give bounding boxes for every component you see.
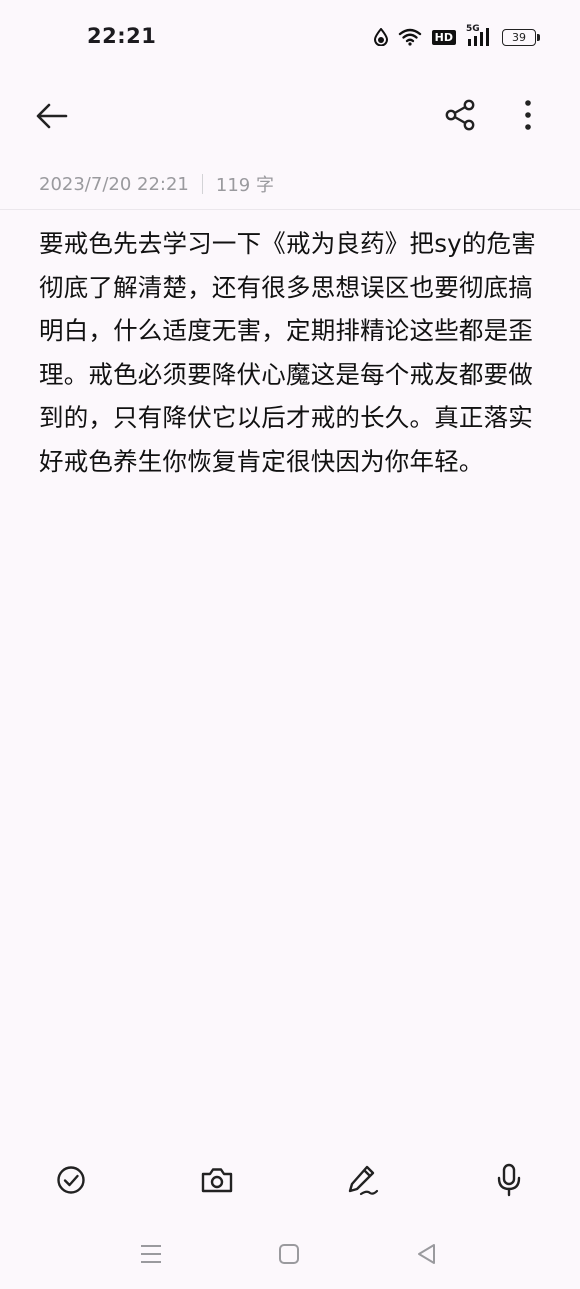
- signal-5g-icon: 5G: [466, 24, 492, 47]
- home-button[interactable]: [275, 1240, 303, 1268]
- camera-icon: [199, 1162, 235, 1198]
- share-icon: [444, 98, 478, 132]
- status-time: 22:21: [87, 24, 157, 48]
- menu-icon: [137, 1240, 165, 1268]
- note-char-count: 119 字: [215, 175, 274, 196]
- status-icons: HD 5G 39: [373, 24, 540, 50]
- share-button[interactable]: [444, 98, 478, 132]
- hd-icon: HD: [431, 29, 456, 45]
- note-date: 2023/7/20 22:21: [39, 173, 189, 195]
- more-button[interactable]: [514, 98, 542, 132]
- system-back-button[interactable]: [413, 1240, 441, 1268]
- checklist-icon: [53, 1162, 89, 1198]
- water-drop-icon: [373, 28, 388, 46]
- note-body[interactable]: 要戒色先去学习一下《戒为良药》把sy的危害彻底了解清楚，还有很多思想误区也要彻底…: [39, 222, 539, 484]
- meta-divider: [201, 174, 203, 194]
- camera-button[interactable]: [199, 1162, 235, 1198]
- app-bar: [0, 80, 580, 150]
- voice-button[interactable]: [491, 1162, 527, 1198]
- microphone-icon: [491, 1162, 527, 1198]
- battery-icon: 39: [502, 28, 540, 46]
- pen-icon: [345, 1162, 381, 1198]
- handwriting-button[interactable]: [345, 1162, 381, 1198]
- wifi-icon: [398, 28, 422, 46]
- header-divider: [0, 209, 580, 210]
- back-triangle-icon: [413, 1240, 441, 1268]
- back-button[interactable]: [34, 98, 70, 134]
- note-meta: 2023/7/20 22:21 119 字: [39, 171, 274, 197]
- checklist-button[interactable]: [53, 1162, 89, 1198]
- status-bar: 22:21 HD 5G 39: [0, 0, 580, 72]
- system-nav-bar: [0, 1222, 580, 1289]
- arrow-left-icon: [34, 98, 70, 134]
- recent-apps-button[interactable]: [137, 1240, 165, 1268]
- home-square-icon: [275, 1240, 303, 1268]
- more-vertical-icon: [514, 98, 542, 132]
- bottom-toolbar: [0, 1142, 580, 1222]
